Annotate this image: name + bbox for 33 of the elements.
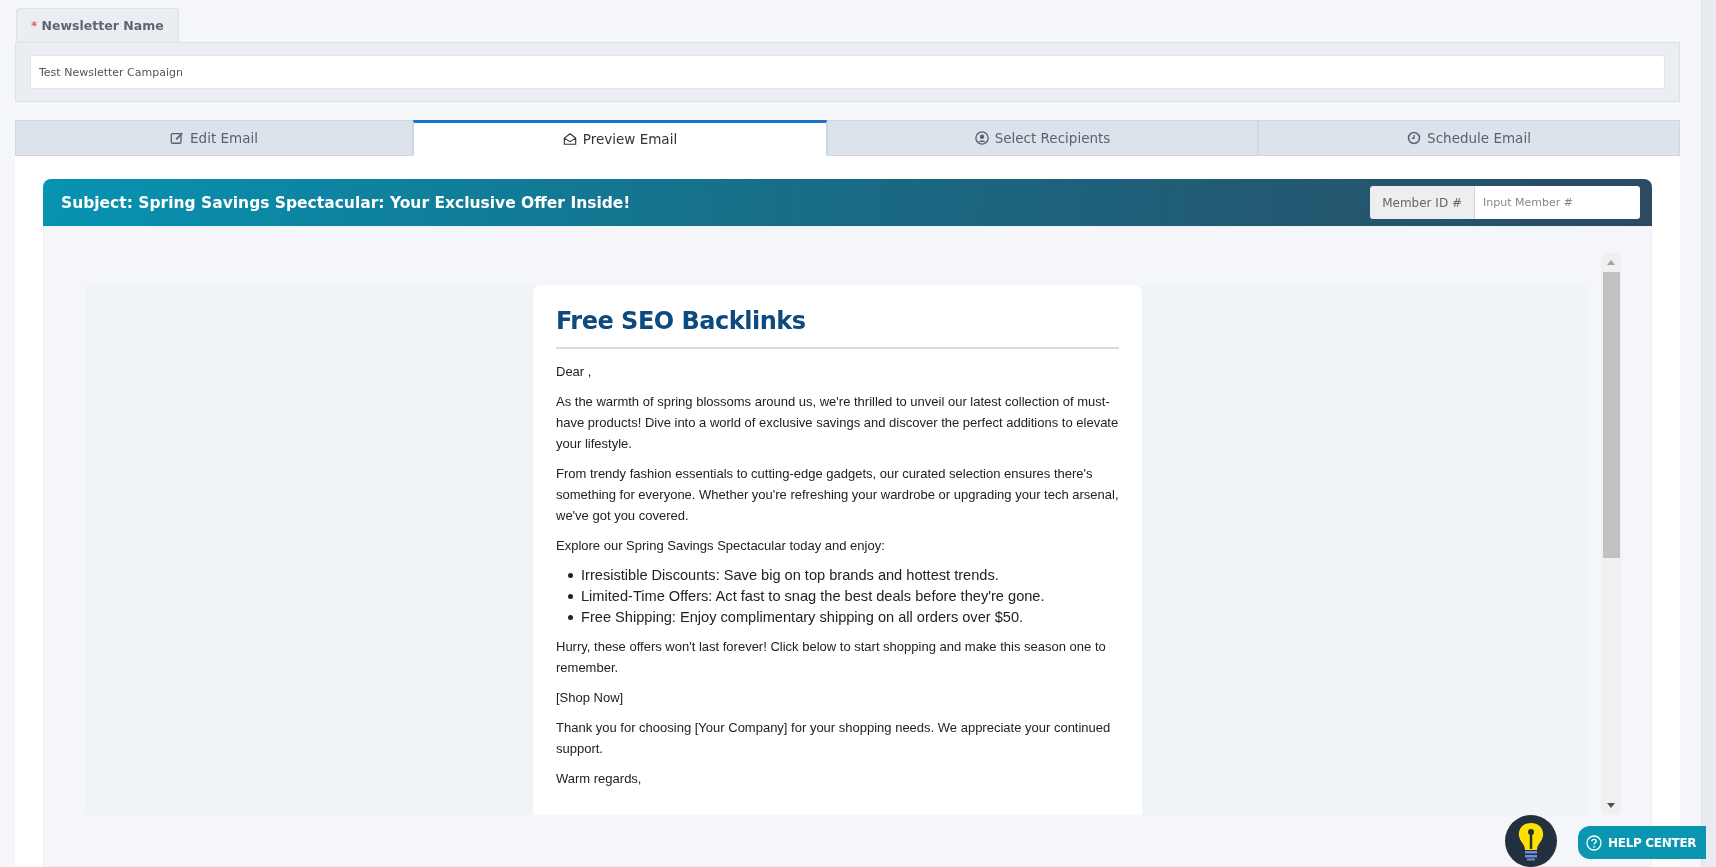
tab[interactable]: Edit Email [15, 120, 413, 156]
page-scrollbar[interactable] [1701, 0, 1716, 867]
lightbulb-icon [1516, 821, 1546, 861]
tab[interactable]: Select Recipients [827, 120, 1258, 156]
tab[interactable]: Schedule Email [1258, 120, 1680, 156]
help-center-button[interactable]: HELP CENTER [1578, 826, 1706, 859]
email-paragraph: Dear , [556, 363, 593, 381]
email-paragraph: Explore our Spring Savings Spectacular today and enjoy: [556, 537, 886, 555]
list-item: Limited-Time Offers: Act fast to snag the best deals before they're gone. [581, 587, 1045, 606]
member-id-label: Member ID # [1370, 186, 1475, 219]
envelope-icon [562, 132, 577, 146]
scrollbar[interactable] [1601, 253, 1621, 815]
bullet-icon [568, 594, 573, 599]
email-subject: Subject: Spring Savings Spectacular: Your Exclusive Offer Inside! [61, 193, 631, 212]
email-paragraph: From trendy fashion essentials to cutting-edge gadgets, our curated selection ensures there's something for everyone. Whether you're refreshing your wardrobe or upgrading your tech arsenal, we've got you covered. [556, 465, 1119, 525]
field-label: * Newsletter Name [16, 8, 179, 42]
tab[interactable]: Preview Email [413, 120, 827, 156]
email-paragraph: Warm regards, [556, 770, 643, 788]
list-item: Irresistible Discounts: Save big on top brands and hottest trends. [581, 566, 999, 585]
help-icon [1586, 834, 1602, 851]
email-paragraph: As the warmth of spring blossoms around us, we're thrilled to unveil our latest collection of must-have products! Dive into a world of exclusive savings and discover the perfect additions to elevate your lifestyle. [556, 393, 1119, 453]
email-paragraph: [Shop Now] [556, 689, 625, 707]
clock-icon [1407, 131, 1422, 145]
email-paragraph: Thank you for choosing [Your Company] for your shopping needs. We appreciate your continued support. [556, 719, 1112, 758]
email-title: Free SEO Backlinks [556, 307, 807, 335]
edit-icon [170, 131, 185, 145]
newsletter-name-field[interactable]: Test Newsletter Campaign [30, 55, 1665, 89]
list-item: Free Shipping: Enjoy complimentary shipping on all orders over $50. [581, 608, 1024, 627]
member-id-field[interactable]: Input Member # [1475, 186, 1640, 219]
email-paragraph: Hurry, these offers won't last forever! Click below to start shopping and make this season one to remember. [556, 638, 1107, 677]
user-icon [974, 131, 989, 145]
bullet-icon [568, 573, 573, 578]
bullet-icon [568, 615, 573, 620]
